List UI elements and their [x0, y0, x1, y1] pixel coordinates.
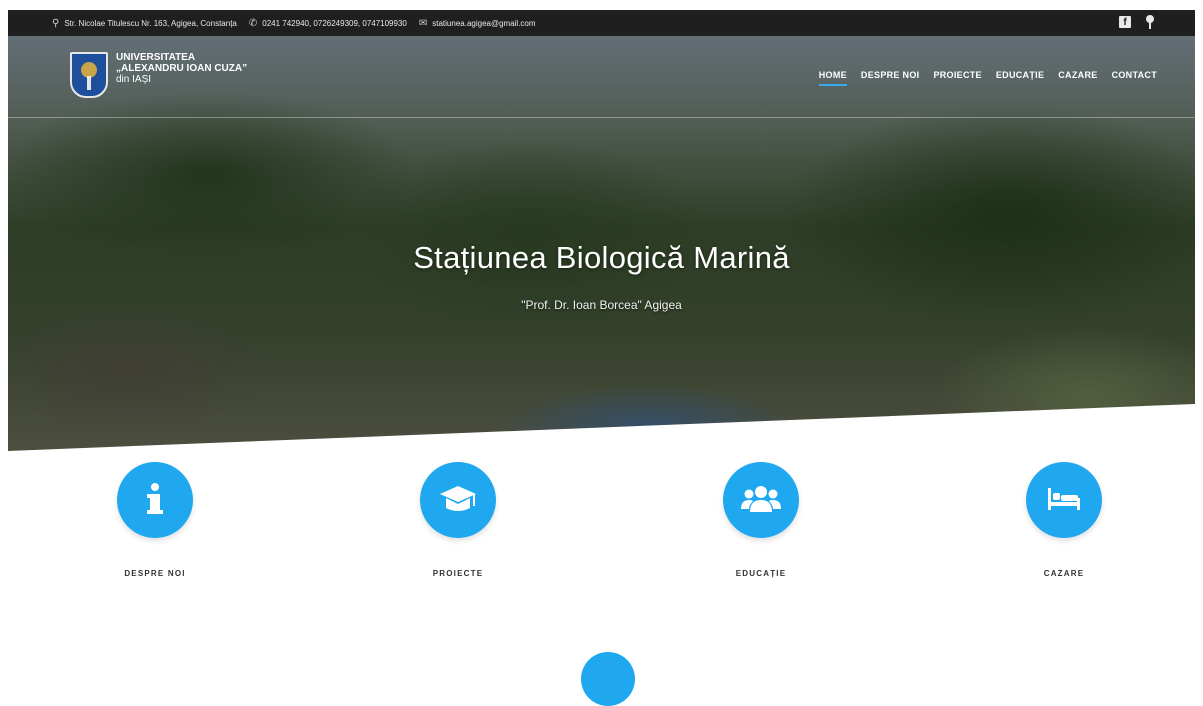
- feature-label[interactable]: PROIECTE: [358, 569, 558, 578]
- users-icon: [741, 486, 781, 512]
- address-info: ⚲ Str. Nicolae Titulescu Nr. 163, Agigea…: [52, 18, 237, 29]
- nav-educatie[interactable]: EDUCAȚIE: [996, 70, 1044, 86]
- logo-line-2: „ALEXANDRU IOAN CUZA”: [116, 63, 248, 74]
- phone-info: ✆ 0241 742940, 0726249309, 0747109930: [249, 18, 407, 29]
- feature-proiecte[interactable]: PROIECTE: [358, 462, 558, 578]
- nav-home[interactable]: HOME: [818, 70, 848, 86]
- feature-label[interactable]: EDUCAȚIE: [661, 569, 861, 578]
- features-section: DESPRE NOI PROIECTE EDUCAȚIE CAZARE: [0, 462, 1203, 662]
- facebook-icon[interactable]: f: [1119, 16, 1131, 28]
- hero-title: Stațiunea Biologică Marină: [413, 240, 790, 275]
- logo-line-3: din IAȘI: [116, 74, 152, 85]
- feature-circle[interactable]: [117, 462, 193, 538]
- hero-section: UNIVERSITATEA „ALEXANDRU IOAN CUZA” din …: [8, 36, 1195, 462]
- nav-cazare[interactable]: CAZARE: [1058, 70, 1097, 86]
- social-links: f: [1119, 15, 1155, 29]
- map-pin-icon: ⚲: [52, 17, 60, 29]
- feature-circle[interactable]: [723, 462, 799, 538]
- feature-educatie[interactable]: EDUCAȚIE: [661, 462, 861, 578]
- info-icon: [147, 483, 163, 514]
- main-nav: HOME DESPRE NOI PROIECTE EDUCAȚIE CAZARE…: [818, 70, 1157, 86]
- address-text: Str. Nicolae Titulescu Nr. 163, Agigea, …: [64, 18, 237, 28]
- top-info-bar-inner: ⚲ Str. Nicolae Titulescu Nr. 163, Agigea…: [8, 10, 1195, 36]
- logo-line-1: UNIVERSITATEA: [116, 52, 196, 63]
- graduation-cap-icon: [440, 486, 476, 511]
- feature-despre-noi[interactable]: DESPRE NOI: [55, 462, 255, 578]
- feature-circle[interactable]: [420, 462, 496, 538]
- logo-text: UNIVERSITATEA „ALEXANDRU IOAN CUZA” din …: [116, 52, 247, 85]
- nav-contact[interactable]: CONTACT: [1112, 70, 1157, 86]
- hero-subtitle: "Prof. Dr. Ioan Borcea" Agigea: [521, 298, 682, 312]
- phone-text: 0241 742940, 0726249309, 0747109930: [262, 18, 407, 28]
- bed-icon: [1048, 488, 1080, 510]
- phone-icon: ✆: [248, 17, 258, 29]
- feature-circle[interactable]: [1026, 462, 1102, 538]
- nav-proiecte[interactable]: PROIECTE: [933, 70, 981, 86]
- email-text[interactable]: statiunea.agigea@gmail.com: [432, 19, 535, 28]
- feature-label[interactable]: DESPRE NOI: [55, 569, 255, 578]
- top-info-bar: ⚲ Str. Nicolae Titulescu Nr. 163, Agigea…: [0, 0, 1203, 36]
- email-info[interactable]: ✉ statiunea.agigea@gmail.com: [419, 18, 536, 29]
- envelope-icon: ✉: [418, 17, 428, 29]
- university-crest-icon: [70, 52, 108, 98]
- nav-divider: [8, 117, 1195, 118]
- location-pin-icon[interactable]: [1145, 15, 1155, 29]
- feature-cazare[interactable]: CAZARE: [964, 462, 1164, 578]
- nav-despre-noi[interactable]: DESPRE NOI: [861, 70, 920, 86]
- feature-label[interactable]: CAZARE: [964, 569, 1164, 578]
- university-logo[interactable]: UNIVERSITATEA „ALEXANDRU IOAN CUZA” din …: [70, 52, 247, 98]
- partial-feature-circle[interactable]: [581, 652, 635, 706]
